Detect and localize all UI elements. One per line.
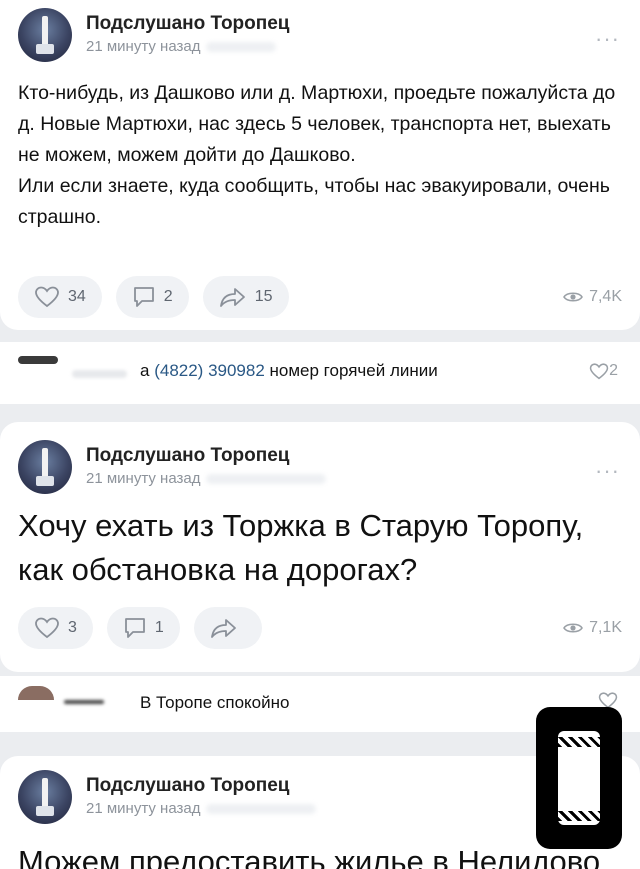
- group-name[interactable]: Подслушано Торопец: [86, 445, 326, 467]
- group-avatar[interactable]: [18, 440, 72, 494]
- post-header: Подслушано Торопец 21 минуту назад: [18, 770, 317, 824]
- share-icon: [219, 288, 245, 307]
- comment-text: В Торопе спокойно: [140, 693, 290, 712]
- comment-button[interactable]: 1: [106, 607, 180, 649]
- post-card: Подслушано Торопец 21 минуту назад ··· К…: [0, 0, 640, 330]
- watermark-zigzag-top: [558, 737, 600, 747]
- share-button[interactable]: [193, 607, 262, 649]
- views-counter: 7,1K: [563, 619, 622, 637]
- group-name[interactable]: Подслушано Торопец: [86, 13, 290, 35]
- views-count: 7,4K: [589, 288, 622, 305]
- comment-text: а (4822) 390982 номер горячей линии: [140, 361, 438, 380]
- comment-button[interactable]: 2: [115, 276, 189, 318]
- like-button[interactable]: 34: [18, 276, 102, 318]
- group-avatar[interactable]: [18, 8, 72, 62]
- phone-link[interactable]: (4822) 390982: [154, 361, 265, 380]
- comment-like-count: 2: [609, 362, 618, 379]
- heart-icon: [35, 286, 59, 308]
- group-avatar[interactable]: [18, 770, 72, 824]
- post-header: Подслушано Торопец 21 минуту назад: [18, 8, 290, 62]
- like-count: 3: [68, 619, 77, 636]
- views-counter: 7,4K: [563, 288, 622, 306]
- like-count: 34: [68, 288, 86, 305]
- comment-count: 1: [154, 619, 164, 636]
- eye-icon: [563, 623, 584, 633]
- views-count: 7,1K: [589, 619, 622, 636]
- comment-icon: [133, 287, 154, 307]
- post-text: Хочу ехать из Торжка в Старую Торопу, ка…: [18, 508, 584, 587]
- comment-count: 2: [163, 288, 173, 305]
- like-button[interactable]: 3: [18, 607, 93, 649]
- share-count: 15: [254, 288, 273, 305]
- post-text: Можем предоставить жилье в Нелидово: [18, 844, 601, 869]
- more-icon[interactable]: ···: [595, 458, 620, 484]
- comment-like-button[interactable]: 2: [589, 362, 618, 380]
- commenter-avatar[interactable]: [18, 356, 58, 364]
- more-icon[interactable]: ···: [595, 26, 620, 52]
- watermark-zigzag-bottom: [558, 811, 600, 821]
- post-header: Подслушано Торопец 21 минуту назад: [18, 440, 327, 494]
- post-text: Кто-нибудь, из Дашково или д. Мартюхи, п…: [18, 82, 616, 228]
- group-name[interactable]: Подслушано Торопец: [86, 775, 316, 797]
- eye-icon: [563, 292, 584, 302]
- post-time: 21 минуту назад: [86, 469, 327, 489]
- commenter-name[interactable]: [64, 700, 104, 704]
- post-card: Подслушано Торопец 21 минуту назад ··· Х…: [0, 422, 640, 672]
- comment-item: а (4822) 390982 номер горячей линии 2: [0, 342, 640, 404]
- share-button[interactable]: 15: [202, 276, 289, 318]
- heart-icon: [589, 362, 609, 379]
- heart-icon: [35, 617, 59, 639]
- post-actions: 34 2 15 7,4K: [18, 275, 622, 319]
- share-icon: [210, 619, 236, 638]
- post-time: 21 минуту назад: [86, 37, 290, 57]
- post-time: 21 минуту назад: [86, 799, 317, 819]
- commenter-avatar[interactable]: [18, 686, 54, 700]
- commenter-name[interactable]: [72, 370, 127, 378]
- post-actions: 3 1 7,1K: [18, 606, 622, 650]
- comment-icon: [125, 618, 145, 638]
- watermark-logo: [536, 707, 622, 849]
